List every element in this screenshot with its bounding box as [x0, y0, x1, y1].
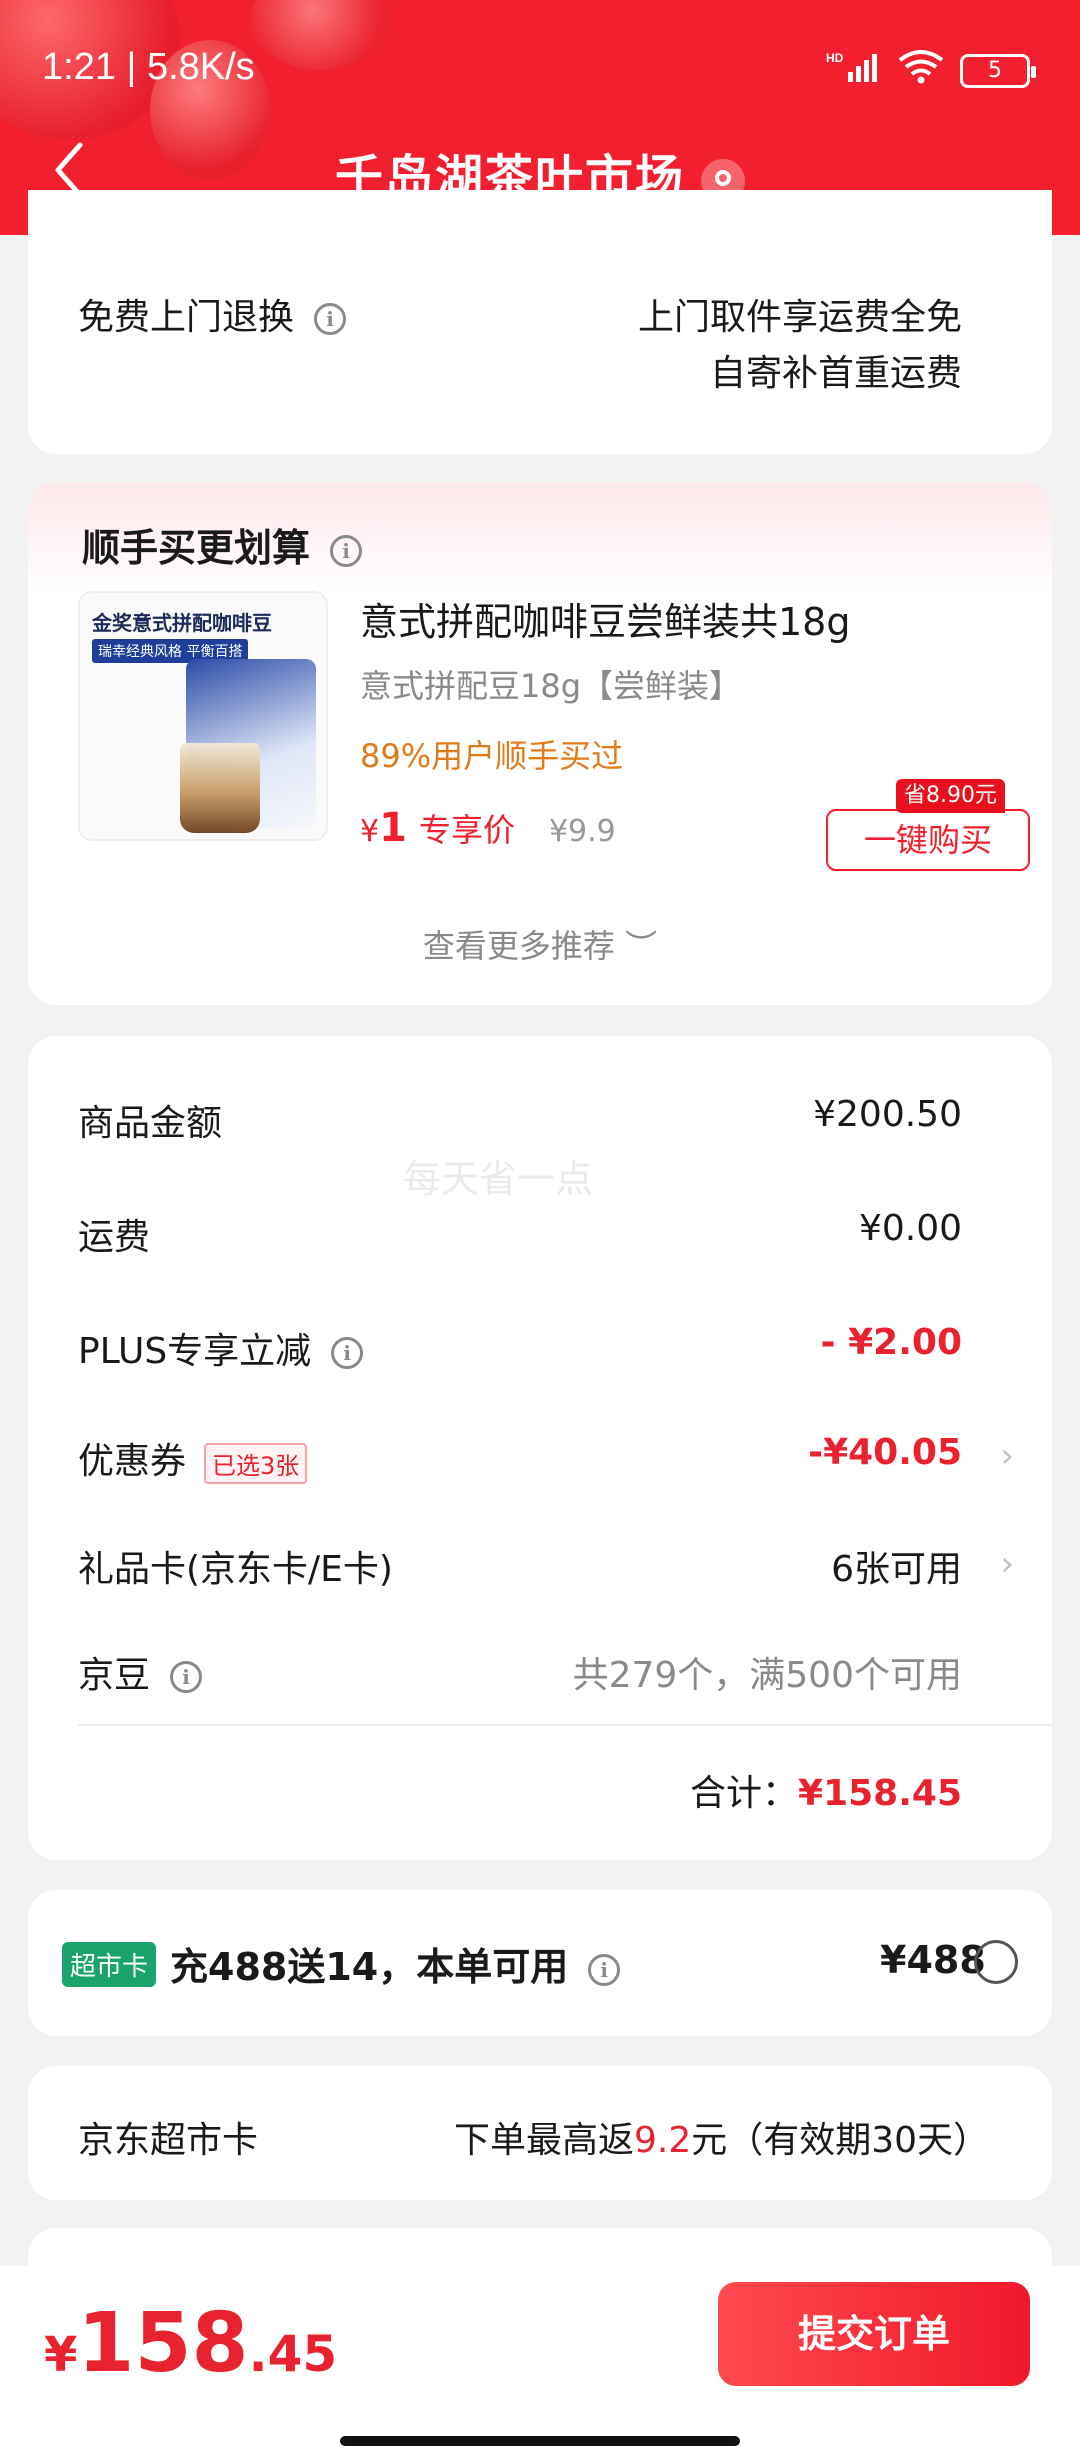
- plus-discount-label-wrap: PLUS专享立减 i: [78, 1322, 364, 1374]
- coupon-value: -¥40.05: [808, 1432, 962, 1473]
- svg-text:HD: HD: [826, 51, 844, 65]
- chevron-right-icon: ›: [1000, 1544, 1014, 1584]
- service-row: 免费上门退换 i: [78, 288, 347, 340]
- jd-card-desc: 下单最高返9.2元（有效期30天）: [454, 2111, 989, 2163]
- service-card: 免费上门退换 i 上门取件享运费全免 自寄补首重运费: [28, 190, 1052, 454]
- subtotal: 合计：¥158.45: [690, 1764, 962, 1816]
- wifi-icon: [896, 48, 946, 93]
- more-recommend-link[interactable]: 查看更多推荐 ︶: [28, 921, 1052, 967]
- plus-discount-row: PLUS专享立减 i - ¥2.00: [78, 1322, 962, 1382]
- jingdou-label: 京豆: [78, 1655, 151, 1696]
- service-desc-line1: 上门取件享运费全免: [637, 297, 962, 338]
- battery-icon: 5: [960, 53, 1036, 88]
- product-price: ¥1 专享价 ¥9.9: [360, 805, 616, 851]
- product-image-title: 金奖意式拼配咖啡豆: [92, 611, 272, 635]
- select-radio[interactable]: [974, 1940, 1018, 1984]
- price-value: 1: [379, 805, 407, 851]
- order-total-decimal: .45: [248, 2325, 338, 2383]
- jingdou-value: 共279个，满500个可用: [572, 1655, 962, 1696]
- submit-order-button[interactable]: 提交订单: [718, 2282, 1030, 2386]
- jd-card-desc-prefix: 下单最高返: [454, 2120, 635, 2161]
- bottom-bar: ¥158.45 提交订单: [0, 2266, 1080, 2460]
- service-desc-line2: 自寄补首重运费: [709, 353, 962, 394]
- jingdou-label-wrap: 京豆 i: [78, 1646, 203, 1698]
- home-indicator[interactable]: [340, 2436, 740, 2446]
- supermarket-card-promo[interactable]: 超市卡 充488送14，本单可用 i ¥488: [28, 1890, 1052, 2036]
- giftcard-row[interactable]: 礼品卡(京东卡/E卡) 6张可用 ›: [78, 1540, 1014, 1600]
- info-icon[interactable]: i: [588, 1953, 621, 1986]
- coupon-label-wrap: 优惠券 已选3张: [78, 1432, 308, 1484]
- amount-card: 每天省一点 商品金额 ¥200.50 运费 ¥0.00 PLUS专享立减 i - …: [28, 1036, 1052, 1860]
- shipping-value: ¥0.00: [858, 1208, 962, 1249]
- price-tag: 专享价: [418, 811, 515, 849]
- order-total-symbol: ¥: [44, 2327, 78, 2383]
- status-icons: HD 5: [826, 48, 1036, 93]
- order-total-integer: 158: [77, 2296, 249, 2391]
- info-icon[interactable]: i: [170, 1661, 203, 1693]
- plus-discount-label: PLUS专享立减: [78, 1331, 312, 1372]
- jingdou-row: 京豆 i 共279个，满500个可用: [78, 1646, 962, 1706]
- recommend-title: 顺手买更划算: [82, 526, 311, 570]
- shipping-label: 运费: [78, 1217, 151, 1258]
- status-time: 1:21 | 5.8K/s: [42, 46, 255, 88]
- coupon-label: 优惠券: [78, 1441, 187, 1482]
- coffee-cup-illustration: [180, 743, 260, 833]
- jd-supermarket-card-row: 京东超市卡 下单最高返9.2元（有效期30天）: [28, 2066, 1052, 2200]
- supermarket-card-badge: 超市卡: [62, 1942, 157, 1987]
- price-symbol: ¥: [360, 814, 380, 849]
- watermark: 每天省一点: [403, 1157, 594, 1201]
- info-icon[interactable]: i: [331, 1337, 364, 1369]
- info-icon[interactable]: i: [330, 534, 363, 567]
- signal-icon: HD: [826, 50, 882, 91]
- supermarket-card-text: 充488送14，本单可用: [170, 1945, 569, 1989]
- product-name[interactable]: 意式拼配咖啡豆尝鲜装共18g: [360, 591, 850, 646]
- one-click-buy-button[interactable]: 一键购买: [826, 809, 1030, 871]
- shipping-row: 运费 ¥0.00: [78, 1208, 962, 1268]
- subtotal-value: ¥158.45: [798, 1773, 962, 1814]
- jd-card-desc-suffix: 元（有效期30天）: [691, 2120, 990, 2161]
- plus-discount-value: - ¥2.00: [820, 1322, 962, 1363]
- goods-amount-value: ¥200.50: [813, 1094, 962, 1135]
- divider: [78, 1724, 1052, 1726]
- info-icon[interactable]: i: [314, 303, 347, 335]
- coupon-selected-badge: 已选3张: [204, 1442, 308, 1484]
- subtotal-label: 合计：: [690, 1773, 799, 1814]
- coupon-row[interactable]: 优惠券 已选3张 -¥40.05 ›: [78, 1432, 1014, 1492]
- supermarket-card-text-wrap: 充488送14，本单可用 i: [170, 1936, 621, 1991]
- save-badge: 省8.90元: [896, 779, 1005, 813]
- giftcard-label: 礼品卡(京东卡/E卡): [78, 1549, 393, 1590]
- battery-level: 5: [988, 58, 1002, 83]
- service-label: 免费上门退换: [78, 297, 295, 338]
- jd-card-label: 京东超市卡: [78, 2120, 259, 2161]
- goods-amount-row: 商品金额 ¥200.50: [78, 1094, 962, 1154]
- product-spec: 意式拼配豆18g【尝鲜装】: [360, 667, 742, 705]
- jd-card-desc-amount: 9.2: [634, 2120, 692, 2161]
- original-price: ¥9.9: [548, 814, 616, 849]
- recommend-card: 顺手买更划算 i 金奖意式拼配咖啡豆 瑞幸经典风格 平衡百搭 意式拼配咖啡豆尝鲜装…: [28, 483, 1052, 1005]
- product-image[interactable]: 金奖意式拼配咖啡豆 瑞幸经典风格 平衡百搭: [78, 591, 328, 841]
- status-bar: 1:21 | 5.8K/s HD 5: [0, 40, 1080, 100]
- chevron-right-icon: ›: [1000, 1436, 1014, 1476]
- section-title: 顺手买更划算 i: [82, 517, 363, 572]
- product-bought-rate: 89%用户顺手买过: [360, 737, 624, 775]
- supermarket-card-price: ¥488: [880, 1938, 986, 1982]
- giftcard-value: 6张可用: [831, 1549, 962, 1590]
- order-total: ¥158.45: [44, 2296, 337, 2391]
- goods-amount-label: 商品金额: [78, 1103, 223, 1144]
